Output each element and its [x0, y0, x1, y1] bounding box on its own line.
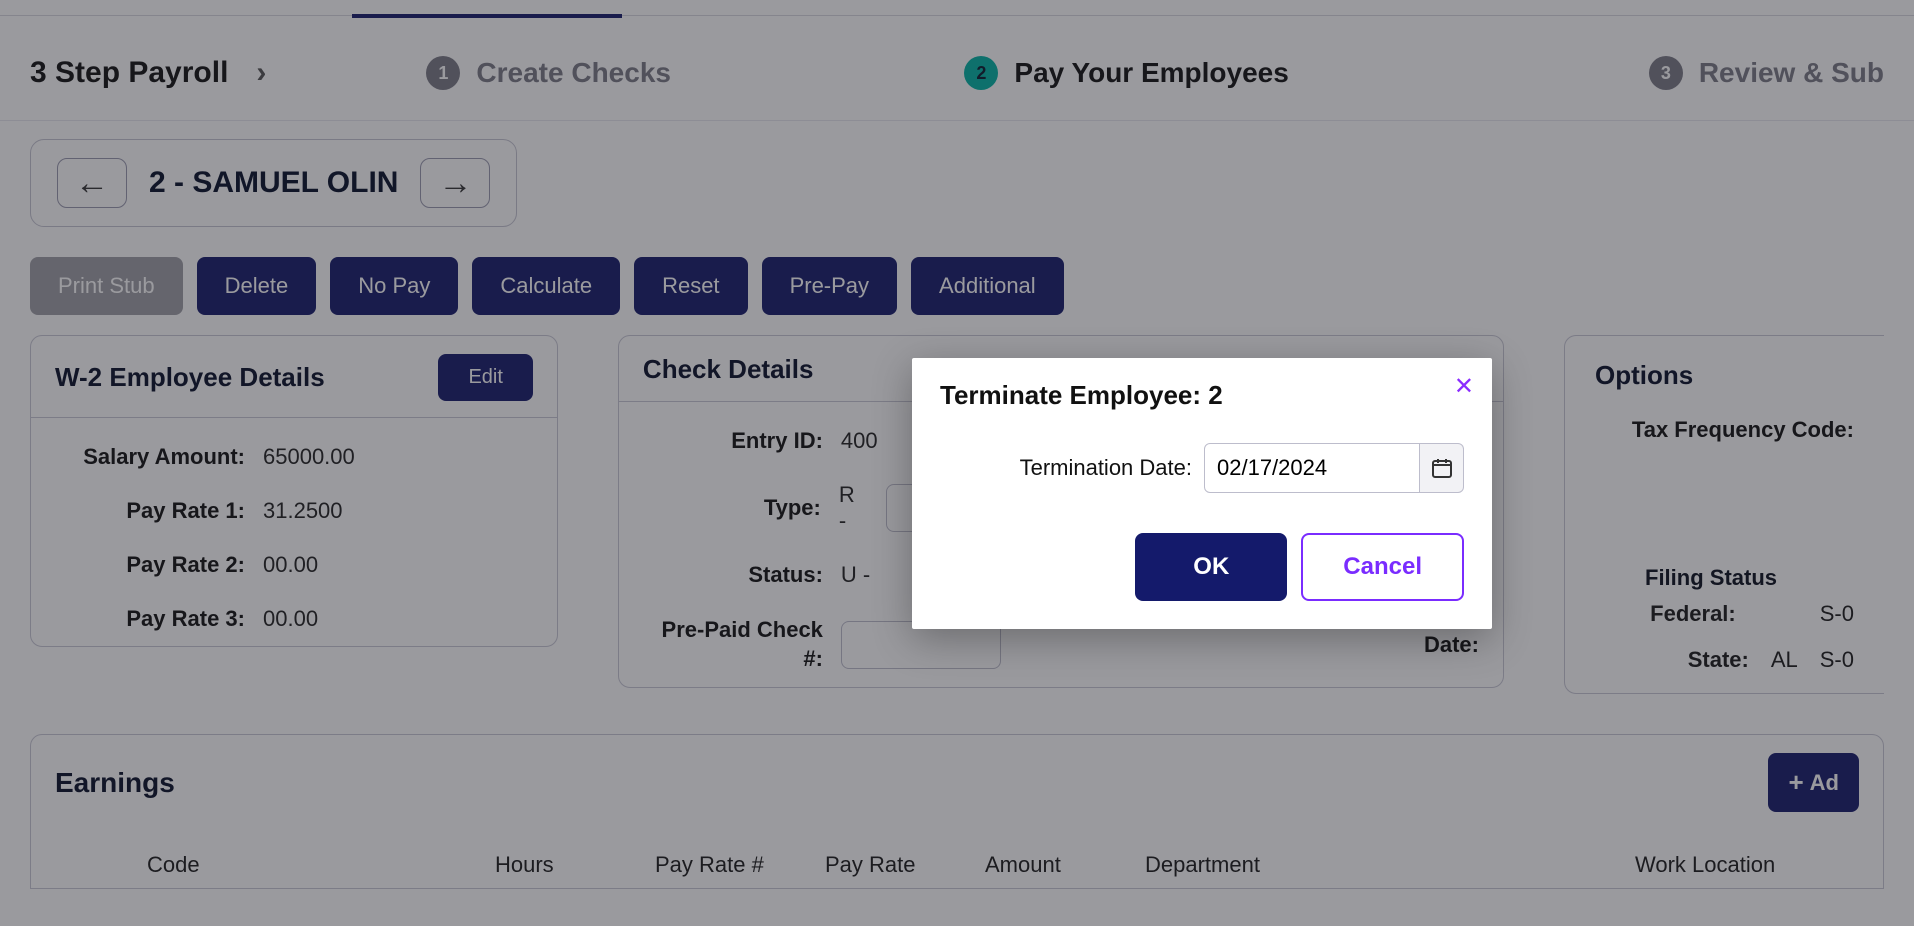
termination-date-input[interactable] [1204, 443, 1420, 493]
modal-overlay[interactable]: ✕ Terminate Employee: 2 Termination Date… [0, 0, 1914, 926]
modal-cancel-button[interactable]: Cancel [1301, 533, 1464, 601]
date-picker-button[interactable] [1420, 443, 1464, 493]
close-icon: ✕ [1454, 373, 1474, 400]
modal-ok-button[interactable]: OK [1135, 533, 1287, 601]
terminate-employee-modal: ✕ Terminate Employee: 2 Termination Date… [912, 358, 1492, 629]
calendar-icon [1430, 456, 1454, 480]
termination-date-label: Termination Date: [1020, 455, 1192, 481]
modal-title: Terminate Employee: 2 [940, 380, 1464, 411]
modal-close-button[interactable]: ✕ [1454, 372, 1474, 401]
